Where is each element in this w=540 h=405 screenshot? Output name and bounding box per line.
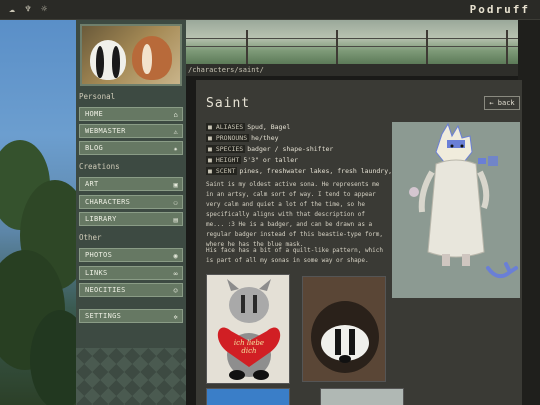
sidebar-pattern <box>76 348 186 405</box>
nav-library[interactable]: LIBRARY ▤ <box>79 212 183 226</box>
camera-icon: ◉ <box>173 252 178 260</box>
back-button[interactable]: ← back <box>484 96 520 110</box>
description-paragraph-2: His face has a bit of a quilt-like patte… <box>206 247 384 264</box>
character-art-saint <box>392 122 520 298</box>
header-banner-field <box>186 20 518 64</box>
nav-settings[interactable]: SETTINGS ✲ <box>79 309 183 323</box>
top-bar: ☁ ♆ ☼ Podruff <box>0 0 540 20</box>
nav-neocities[interactable]: NEOCITIES ☺ <box>79 283 183 297</box>
description-paragraph-1: Saint is my oldest active sona. He repre… <box>206 181 384 248</box>
page-title: Saint <box>206 96 251 111</box>
main-content: Saint ← back ■ ALIASES Spud, Bagel ■ PRON… <box>196 80 522 405</box>
info-scent: ■ SCENT pines, freshwater lakes, fresh la… <box>206 167 416 175</box>
image-icon: ▣ <box>173 181 178 189</box>
home-icon: ⌂ <box>173 111 178 119</box>
people-icon: ⚇ <box>173 199 178 207</box>
plush-heart-text: ich liebe dich <box>233 339 265 355</box>
cat-icon: ☺ <box>173 287 178 295</box>
info-species: ■ SPECIES badger / shape-shifter <box>206 145 334 153</box>
info-pronouns: ■ PRONOUNS he/they <box>206 134 279 142</box>
sidebar: Personal HOME ⌂ WEBMASTER ⚠ BLOG ✷ Creation… <box>76 20 186 405</box>
breadcrumb-path: /characters/saint/ <box>186 64 518 76</box>
photo-badger-burrow <box>302 276 386 382</box>
section-label-creations: Creations <box>79 162 120 171</box>
nav-art[interactable]: ART ▣ <box>79 177 183 191</box>
nav-characters[interactable]: CHARACTERS ⚇ <box>79 195 183 209</box>
avatar-badgers-photo <box>80 24 182 86</box>
info-height: ■ HEIGHT 5'3" or taller <box>206 156 299 164</box>
bug-icon: ✷ <box>173 145 178 153</box>
nav-home[interactable]: HOME ⌂ <box>79 107 183 121</box>
sun-icon[interactable]: ☼ <box>38 4 50 16</box>
gear-icon: ✲ <box>173 313 178 321</box>
nav-photos[interactable]: PHOTOS ◉ <box>79 248 183 262</box>
cloud-icon[interactable]: ☁ <box>6 4 18 16</box>
tooth-icon[interactable]: ♆ <box>22 4 34 16</box>
section-label-other: Other <box>79 233 102 242</box>
book-icon: ▤ <box>173 216 178 224</box>
section-label-personal: Personal <box>79 92 116 101</box>
nav-blog[interactable]: BLOG ✷ <box>79 141 183 155</box>
nav-webmaster[interactable]: WEBMASTER ⚠ <box>79 124 183 138</box>
info-aliases: ■ ALIASES Spud, Bagel <box>206 123 291 131</box>
photo-bottom-right <box>320 388 404 405</box>
site-logo[interactable]: Podruff <box>470 3 530 16</box>
photo-badger-blue <box>206 388 290 405</box>
photo-badger-plush: ich liebe dich <box>206 274 290 384</box>
nav-links[interactable]: LINKS ∞ <box>79 266 183 280</box>
warning-icon: ⚠ <box>173 128 178 136</box>
background-sky <box>0 20 90 405</box>
link-icon: ∞ <box>173 270 178 278</box>
